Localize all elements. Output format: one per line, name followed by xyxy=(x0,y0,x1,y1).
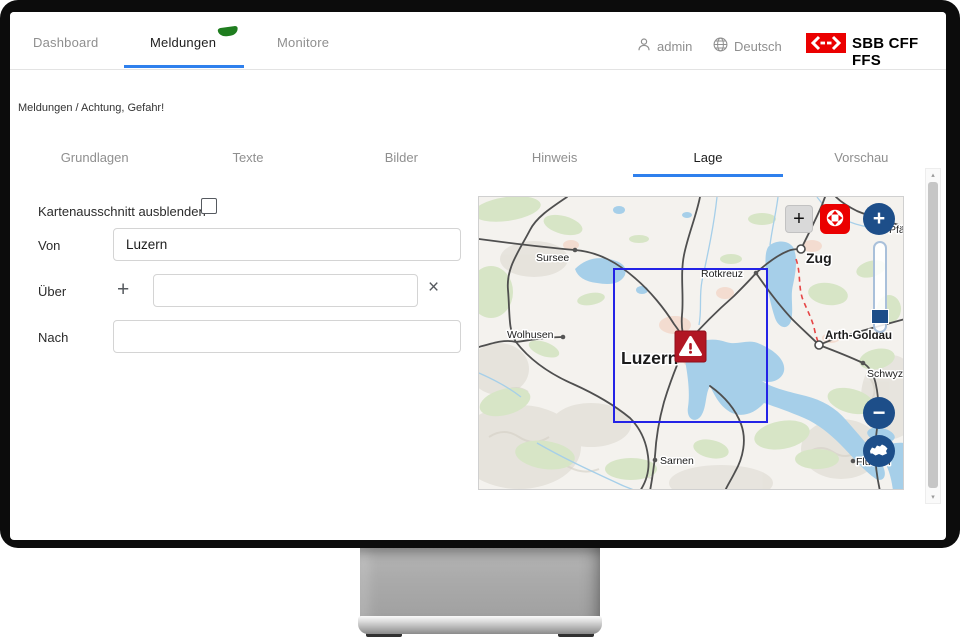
language-label: Deutsch xyxy=(734,39,782,54)
monitor: Dashboard Meldungen Monitore admin Deuts… xyxy=(0,0,960,638)
hide-map-label: Kartenausschnitt ausblenden xyxy=(38,204,206,219)
tab-texte[interactable]: Texte xyxy=(171,142,324,174)
zoom-in-button[interactable]: + xyxy=(863,203,895,235)
map-label-zug: Zug xyxy=(806,250,832,266)
screen: Dashboard Meldungen Monitore admin Deuts… xyxy=(10,12,946,540)
nav-monitore[interactable]: Monitore xyxy=(277,35,329,50)
add-via-button[interactable]: + xyxy=(117,278,129,302)
monitor-stand xyxy=(360,548,600,620)
nach-label: Nach xyxy=(38,330,68,345)
ueber-label: Über xyxy=(38,284,66,299)
draw-rectangle-button[interactable]: + xyxy=(785,205,813,233)
map-label-wolhusen: Wolhusen xyxy=(507,329,554,341)
pan-tool-button[interactable] xyxy=(820,204,850,234)
hide-map-checkbox[interactable] xyxy=(201,198,217,214)
monitor-bezel: Dashboard Meldungen Monitore admin Deuts… xyxy=(0,0,960,548)
tab-lage[interactable]: Lage xyxy=(631,142,784,174)
sbb-logo-icon xyxy=(806,33,846,53)
tab-bilder[interactable]: Bilder xyxy=(325,142,478,174)
nav-meldungen[interactable]: Meldungen xyxy=(150,35,216,50)
tab-bar: Grundlagen Texte Bilder Hinweis Lage Vor… xyxy=(18,142,938,174)
tab-active-underline xyxy=(633,174,782,177)
map[interactable]: Sursee Wolhusen Rotkreuz Zug Arth-Goldau… xyxy=(478,196,904,490)
tab-vorschau[interactable]: Vorschau xyxy=(785,142,938,174)
nav-dashboard[interactable]: Dashboard xyxy=(33,35,98,50)
tab-hinweis[interactable]: Hinweis xyxy=(478,142,631,174)
scrollbar-thumb[interactable] xyxy=(928,182,938,488)
clear-via-button[interactable]: × xyxy=(428,277,439,299)
von-label: Von xyxy=(38,238,60,253)
home-extent-button[interactable] xyxy=(863,435,895,467)
ueber-input[interactable] xyxy=(153,274,418,307)
user-name: admin xyxy=(657,39,692,54)
meldungen-badge-icon xyxy=(217,26,238,38)
map-label-luzern: Luzern xyxy=(621,348,678,368)
map-label-sarnen: Sarnen xyxy=(660,455,694,467)
breadcrumb: Meldungen / Achtung, Gefahr! xyxy=(18,102,164,114)
brand-text: SBB CFF FFS xyxy=(852,35,946,69)
user-menu[interactable]: admin xyxy=(637,37,692,55)
scrollbar-up-icon[interactable]: ▴ xyxy=(926,171,940,179)
pan-arrows-icon xyxy=(822,205,848,234)
zoom-out-button[interactable]: − xyxy=(863,397,895,429)
warning-marker-icon[interactable] xyxy=(675,331,706,362)
nav-active-underline xyxy=(124,65,244,68)
map-label-sursee: Sursee xyxy=(536,252,569,264)
von-input[interactable] xyxy=(113,228,461,261)
scrollbar-down-icon[interactable]: ▾ xyxy=(926,493,940,501)
monitor-stand-base xyxy=(358,616,602,634)
tab-grundlagen[interactable]: Grundlagen xyxy=(18,142,171,174)
nach-input[interactable] xyxy=(113,320,461,353)
app-header: Dashboard Meldungen Monitore admin Deuts… xyxy=(10,12,946,70)
globe-icon xyxy=(713,37,728,55)
user-icon xyxy=(637,37,651,55)
map-label-schwyz: Schwyz xyxy=(867,368,903,380)
page-scrollbar[interactable]: ▴ ▾ xyxy=(925,168,941,504)
language-menu[interactable]: Deutsch xyxy=(713,37,782,55)
zoom-slider-handle[interactable] xyxy=(871,309,889,324)
switzerland-map-icon xyxy=(869,443,889,460)
